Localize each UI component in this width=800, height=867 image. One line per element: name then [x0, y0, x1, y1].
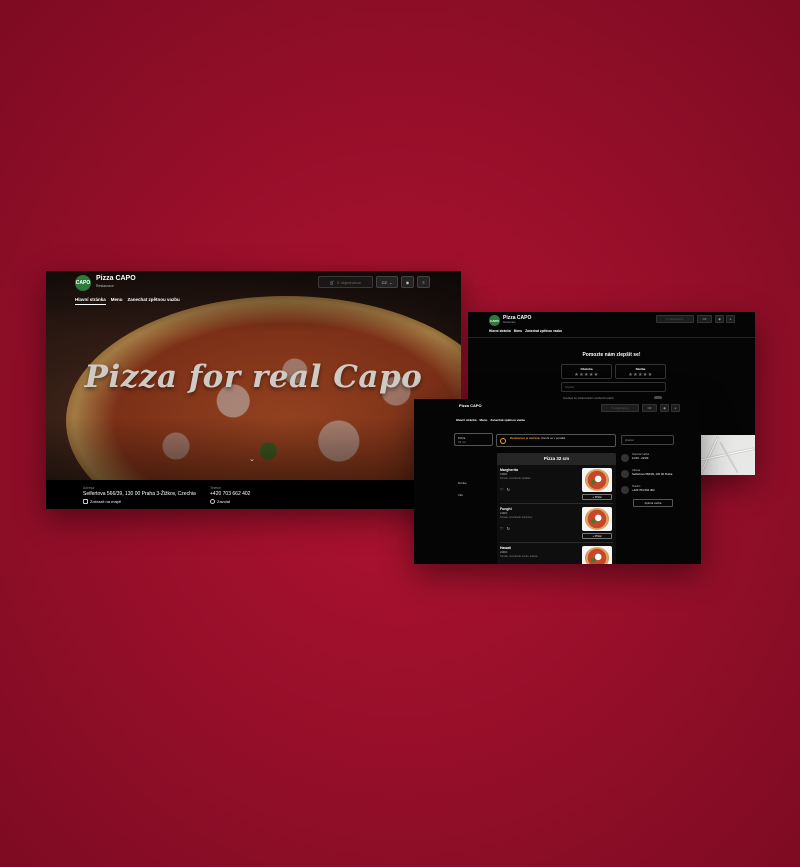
address-label: Adresa [83, 486, 95, 490]
logo[interactable]: CAPO [75, 275, 91, 291]
menu-list: Pizza 32 cm Margherita 199Kč Tomato, moz… [497, 453, 616, 564]
brand-name: Pizza CAPO [459, 403, 482, 408]
order-button[interactable]: K objednávce [656, 315, 694, 323]
tab-feedback[interactable]: Zanechat zpětnou vazbu [525, 329, 562, 333]
search-input[interactable]: Hledat [621, 435, 674, 445]
brand-subtitle: Restaurace [96, 284, 114, 288]
contact-bar: Adresa Seifertova 566/39, 130 00 Praha 3… [46, 480, 461, 509]
rating-staff[interactable]: Obsluha ★★★★★ [561, 364, 612, 379]
favorite-icon[interactable]: ♡↻ [500, 526, 513, 531]
phone-icon [621, 486, 629, 494]
language-select[interactable]: CZ [697, 315, 712, 323]
favorite-icon[interactable]: ♡↻ [500, 487, 513, 492]
hamburger-icon[interactable]: ≡ [671, 404, 680, 412]
chevron-down-icon: ⌄ [388, 279, 393, 285]
add-to-cart-button[interactable]: + Přidat [582, 494, 612, 500]
hero-headline: Pizza for real Capo [84, 359, 423, 395]
hamburger-icon[interactable]: ≡ [726, 315, 735, 323]
menu-screenshot: Pizza CAPO Hlavní stránka Menu Zanechat … [414, 399, 701, 564]
feedback-heading: Pomozte nám zlepšit se! [582, 352, 641, 358]
phone-icon [210, 499, 215, 504]
closed-notice: Restaurace je zavřená. Otevře se v pondě… [496, 434, 616, 447]
tab-menu[interactable]: Menu [111, 297, 123, 305]
category-info[interactable]: Info [458, 493, 463, 497]
user-icon[interactable]: ◉ [715, 315, 724, 323]
hero-section: CAPO Pizza CAPO Restaurace Hlavní stránk… [46, 271, 461, 480]
hours-info: Otevírací doba 11:00 - 22:00 [632, 453, 650, 460]
clock-icon [621, 454, 629, 462]
phone-label: Telefon [210, 486, 222, 490]
brand-subtitle: Restaurace [503, 321, 516, 324]
language-select[interactable]: CZ [642, 404, 657, 412]
main-nav: Hlavní stránka Menu Zanechat zpětnou vaz… [489, 329, 562, 333]
phone-value: +420 703 662 402 [210, 491, 251, 497]
warning-icon [500, 438, 506, 444]
category-drinks[interactable]: Drinks [458, 481, 467, 485]
section-title: Pizza 32 cm [497, 453, 616, 465]
user-icon[interactable]: ◉ [401, 276, 414, 288]
order-button[interactable]: 🛒 K objednávce [318, 276, 373, 288]
main-nav: Hlavní stránka Menu Zanechat zpětnou vaz… [456, 418, 525, 422]
address-info: Adresa Seifertova 566/39, 130 00 Praha [632, 469, 673, 476]
address-value: Seifertova 566/39, 130 00 Praha 3-Žižkov… [83, 491, 196, 497]
order-button[interactable]: K objednávce [601, 404, 639, 412]
rating-service[interactable]: Služba ★★★★★ [615, 364, 666, 379]
feedback-textarea[interactable]: Napište [561, 382, 666, 392]
tab-menu[interactable]: Menu [514, 329, 522, 333]
brand-name: Pizza CAPO [96, 275, 136, 282]
map-link[interactable]: Zobrazit na mapě [83, 499, 121, 504]
user-icon[interactable]: ◉ [660, 404, 669, 412]
hamburger-icon[interactable]: ≡ [417, 276, 430, 288]
phone-info: Telefon +420 703 662 402 [632, 485, 655, 492]
main-nav: Hlavní stránka Menu Zanechat zpětnou vaz… [75, 297, 180, 305]
language-select[interactable]: CZ ⌄ [376, 276, 398, 288]
scroll-down-icon[interactable]: ⌄ [249, 455, 255, 463]
cart-icon: 🛒 [329, 279, 335, 285]
feedback-button[interactable]: Zpětná vazba [633, 499, 673, 507]
pizza-image [582, 546, 612, 564]
map-icon [83, 499, 88, 504]
tab-home[interactable]: Hlavní stránka [489, 329, 511, 333]
homepage-screenshot: CAPO Pizza CAPO Restaurace Hlavní stránk… [46, 271, 461, 509]
tab-feedback[interactable]: Zanechat zpětnou vazbu [490, 418, 525, 422]
pizza-image [582, 507, 612, 531]
map-thumbnail[interactable] [698, 435, 755, 475]
tab-feedback[interactable]: Zanechat zpětnou vazbu [128, 297, 180, 305]
tab-menu[interactable]: Menu [480, 418, 488, 422]
tab-home[interactable]: Hlavní stránka [75, 297, 106, 305]
add-to-cart-button[interactable]: + Přidat [582, 533, 612, 539]
star-icon[interactable]: ★★★★★ [562, 372, 611, 378]
pizza-image [582, 468, 612, 492]
logo[interactable]: CAPO [489, 315, 500, 326]
tab-home[interactable]: Hlavní stránka [456, 418, 477, 422]
category-select[interactable]: Pizza 32 cm [454, 433, 493, 446]
call-link[interactable]: Zavolat [210, 499, 230, 504]
pin-icon [621, 470, 629, 478]
star-icon[interactable]: ★★★★★ [616, 372, 665, 378]
